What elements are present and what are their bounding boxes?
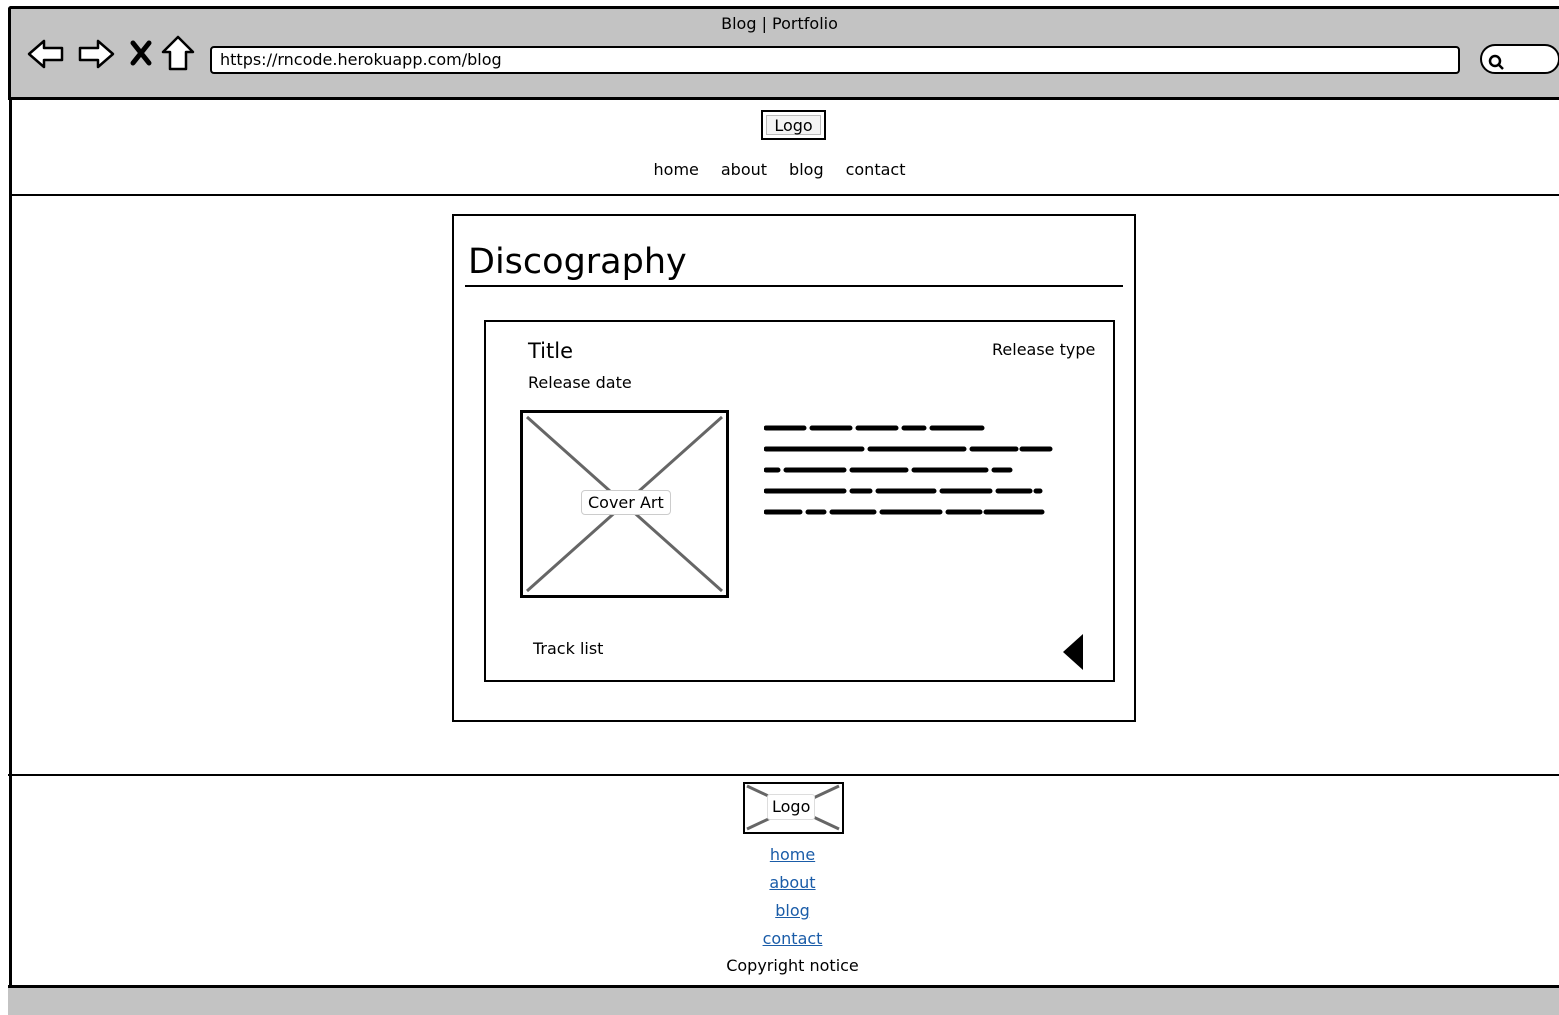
title-underline bbox=[465, 285, 1123, 287]
track-list-label: Track list bbox=[533, 639, 604, 658]
window-title: Blog | Portfolio bbox=[721, 14, 838, 33]
copyright-notice: Copyright notice bbox=[726, 956, 859, 975]
footer-link-contact[interactable]: contact bbox=[0, 929, 1559, 948]
nav-blog[interactable]: blog bbox=[789, 160, 824, 179]
header-logo[interactable]: Logo bbox=[761, 110, 826, 140]
back-icon[interactable] bbox=[26, 36, 66, 72]
release-description-scribble bbox=[764, 425, 1053, 515]
footer-logo[interactable]: Logo bbox=[743, 782, 844, 834]
home-icon[interactable] bbox=[160, 34, 196, 72]
footer-logo-label: Logo bbox=[767, 794, 816, 820]
header-logo-label: Logo bbox=[766, 115, 821, 135]
header-divider bbox=[9, 194, 1559, 196]
stop-icon[interactable] bbox=[128, 38, 154, 68]
nav-home[interactable]: home bbox=[654, 160, 699, 179]
footer-link-about[interactable]: about bbox=[0, 873, 1559, 892]
release-date: Release date bbox=[528, 373, 632, 392]
release-title: Title bbox=[528, 339, 574, 363]
cover-art-label: Cover Art bbox=[581, 490, 671, 515]
forward-icon[interactable] bbox=[76, 36, 116, 72]
footer-divider bbox=[8, 774, 1559, 776]
nav-contact[interactable]: contact bbox=[846, 160, 906, 179]
cover-art-image: Cover Art bbox=[520, 410, 729, 598]
url-input[interactable]: https://rncode.herokuapp.com/blog bbox=[210, 46, 1460, 74]
page-title: Discography bbox=[468, 242, 687, 282]
footer-link-home[interactable]: home bbox=[0, 845, 1559, 864]
header-nav: home about blog contact bbox=[0, 160, 1559, 179]
search-icon bbox=[1488, 54, 1504, 70]
nav-about[interactable]: about bbox=[721, 160, 767, 179]
release-type: Release type bbox=[992, 340, 1096, 359]
footer-link-blog[interactable]: blog bbox=[0, 901, 1559, 920]
search-input[interactable] bbox=[1480, 44, 1559, 74]
browser-status-bar bbox=[8, 985, 1559, 1015]
expand-arrow-icon[interactable] bbox=[1061, 632, 1087, 672]
